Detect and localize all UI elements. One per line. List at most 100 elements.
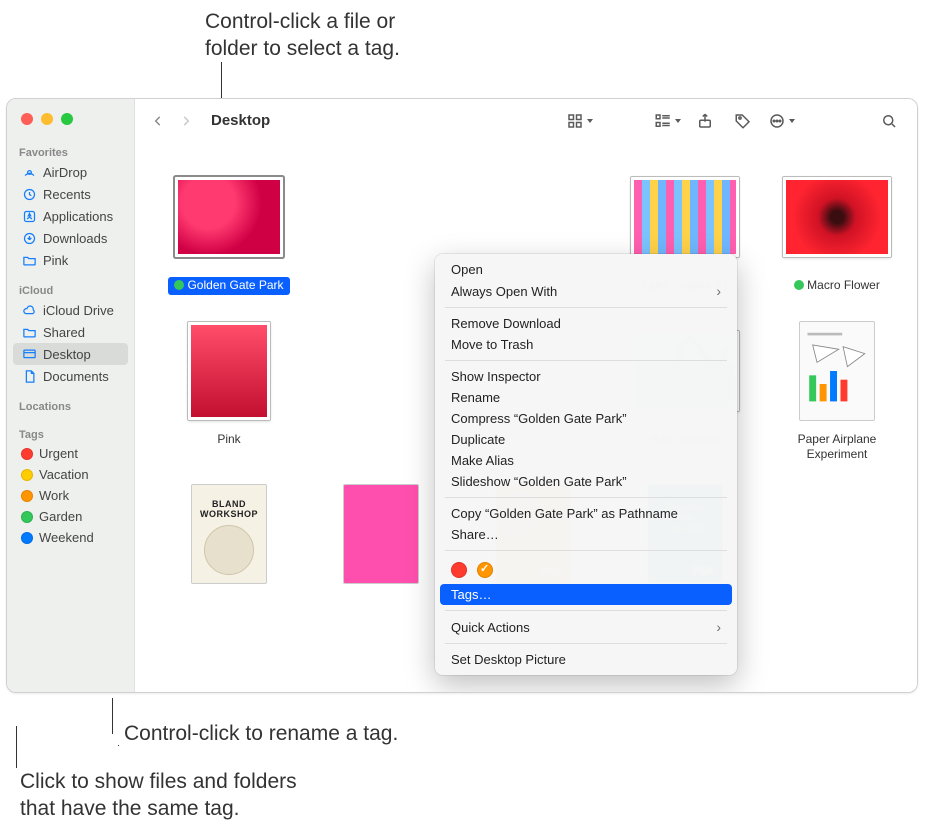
- menu-separator: [445, 307, 727, 308]
- file-macro-flower[interactable]: Macro Flower: [767, 161, 907, 295]
- menu-compress[interactable]: Compress “Golden Gate Park”: [435, 408, 737, 429]
- sidebar-item-label: Recents: [43, 187, 91, 202]
- file-thumbnail: BLAND WORKSHOP: [173, 484, 285, 584]
- toolbar: Desktop: [135, 99, 917, 143]
- menu-copy-pathname[interactable]: Copy “Golden Gate Park” as Pathname: [435, 503, 737, 524]
- context-menu: Open Always Open With › Remove Download …: [435, 254, 737, 675]
- close-window-button[interactable]: [21, 113, 33, 125]
- finder-window: Favorites AirDrop Recents Applications D…: [6, 98, 918, 693]
- sidebar-recents[interactable]: Recents: [7, 183, 134, 205]
- sidebar-item-label: AirDrop: [43, 165, 87, 180]
- tag-dot-icon: [21, 532, 33, 544]
- menu-tag-colors: [435, 556, 737, 584]
- sidebar: Favorites AirDrop Recents Applications D…: [7, 99, 135, 692]
- menu-quick-actions[interactable]: Quick Actions ›: [435, 616, 737, 638]
- tag-dot-icon: [21, 511, 33, 523]
- view-mode-button[interactable]: [565, 109, 593, 133]
- file-thumbnail: [781, 161, 893, 273]
- downloads-icon: [21, 230, 37, 246]
- tag-color-red[interactable]: [451, 562, 467, 578]
- file-pink[interactable]: Pink: [159, 315, 299, 464]
- sidebar-tag-work[interactable]: Work: [7, 485, 134, 506]
- file-thumbnail: [781, 315, 893, 427]
- sidebar-item-label: Weekend: [39, 530, 94, 545]
- file-pink-doc[interactable]: [311, 484, 451, 584]
- tag-dot-icon: [21, 469, 33, 481]
- sidebar-item-label: Work: [39, 488, 69, 503]
- sidebar-desktop[interactable]: Desktop: [13, 343, 128, 365]
- callout-mid: Control-click to rename a tag.: [124, 720, 398, 747]
- file-thumbnail: [325, 484, 437, 584]
- file-label: Golden Gate Park: [168, 277, 289, 295]
- menu-rename[interactable]: Rename: [435, 387, 737, 408]
- more-actions-button[interactable]: [767, 109, 795, 133]
- sidebar-tag-weekend[interactable]: Weekend: [7, 527, 134, 548]
- menu-open[interactable]: Open: [435, 259, 737, 280]
- tag-dot-icon: [174, 280, 184, 290]
- sidebar-section-locations: Locations: [7, 395, 134, 415]
- menu-tags[interactable]: Tags…: [440, 584, 732, 605]
- callout-line-mid: [112, 698, 113, 734]
- tag-dot-icon: [21, 490, 33, 502]
- sidebar-shared[interactable]: Shared: [7, 321, 134, 343]
- group-by-button[interactable]: [653, 109, 681, 133]
- sidebar-tag-urgent[interactable]: Urgent: [7, 443, 134, 464]
- sidebar-pink[interactable]: Pink: [7, 249, 134, 271]
- applications-icon: [21, 208, 37, 224]
- chevron-right-icon: ›: [716, 619, 721, 635]
- menu-show-inspector[interactable]: Show Inspector: [435, 366, 737, 387]
- share-button[interactable]: [691, 109, 719, 133]
- callout-top: Control-click a file or folder to select…: [205, 8, 400, 63]
- menu-make-alias[interactable]: Make Alias: [435, 450, 737, 471]
- sidebar-tag-vacation[interactable]: Vacation: [7, 464, 134, 485]
- sidebar-item-label: Pink: [43, 253, 68, 268]
- callout-line-bot: [16, 726, 17, 768]
- callout-line-mid-h: [118, 745, 119, 746]
- sidebar-section-favorites: Favorites: [7, 141, 134, 161]
- tag-color-orange[interactable]: [477, 562, 493, 578]
- sidebar-item-label: Vacation: [39, 467, 89, 482]
- sidebar-item-label: Urgent: [39, 446, 78, 461]
- sidebar-downloads[interactable]: Downloads: [7, 227, 134, 249]
- sidebar-documents[interactable]: Documents: [7, 365, 134, 387]
- window-title: Desktop: [211, 112, 270, 129]
- minimize-window-button[interactable]: [41, 113, 53, 125]
- sidebar-tag-garden[interactable]: Garden: [7, 506, 134, 527]
- search-button[interactable]: [875, 109, 903, 133]
- desktop-icon: [21, 346, 37, 362]
- menu-share[interactable]: Share…: [435, 524, 737, 545]
- file-bland-workshop[interactable]: BLAND WORKSHOP: [159, 484, 299, 584]
- menu-slideshow[interactable]: Slideshow “Golden Gate Park”: [435, 471, 737, 492]
- menu-separator: [445, 497, 727, 498]
- menu-set-desktop-picture[interactable]: Set Desktop Picture: [435, 649, 737, 670]
- airdrop-icon: [21, 164, 37, 180]
- menu-move-to-trash[interactable]: Move to Trash: [435, 334, 737, 355]
- zoom-window-button[interactable]: [61, 113, 73, 125]
- sidebar-item-label: Desktop: [43, 347, 91, 362]
- sidebar-item-label: iCloud Drive: [43, 303, 114, 318]
- sidebar-icloud-drive[interactable]: iCloud Drive: [7, 299, 134, 321]
- file-paper-airplane-experiment[interactable]: Paper Airplane Experiment: [767, 315, 907, 464]
- menu-always-open-with[interactable]: Always Open With ›: [435, 280, 737, 302]
- main-panel: Desktop: [135, 99, 917, 692]
- sidebar-item-label: Garden: [39, 509, 82, 524]
- nav-forward-button[interactable]: [177, 110, 195, 132]
- callout-bot: Click to show files and folders that hav…: [20, 768, 297, 823]
- tags-button[interactable]: [729, 109, 757, 133]
- tag-dot-icon: [794, 280, 804, 290]
- sidebar-applications[interactable]: Applications: [7, 205, 134, 227]
- cloud-icon: [21, 302, 37, 318]
- sidebar-section-tags: Tags: [7, 423, 134, 443]
- shared-folder-icon: [21, 324, 37, 340]
- nav-back-button[interactable]: [149, 110, 167, 132]
- menu-remove-download[interactable]: Remove Download: [435, 313, 737, 334]
- file-golden-gate-park[interactable]: Golden Gate Park: [159, 161, 299, 295]
- menu-separator: [445, 550, 727, 551]
- file-label: Pink: [211, 431, 246, 449]
- sidebar-airdrop[interactable]: AirDrop: [7, 161, 134, 183]
- sidebar-item-label: Shared: [43, 325, 85, 340]
- menu-duplicate[interactable]: Duplicate: [435, 429, 737, 450]
- file-thumbnail: [173, 161, 285, 273]
- sidebar-item-label: Downloads: [43, 231, 107, 246]
- sidebar-item-label: Applications: [43, 209, 113, 224]
